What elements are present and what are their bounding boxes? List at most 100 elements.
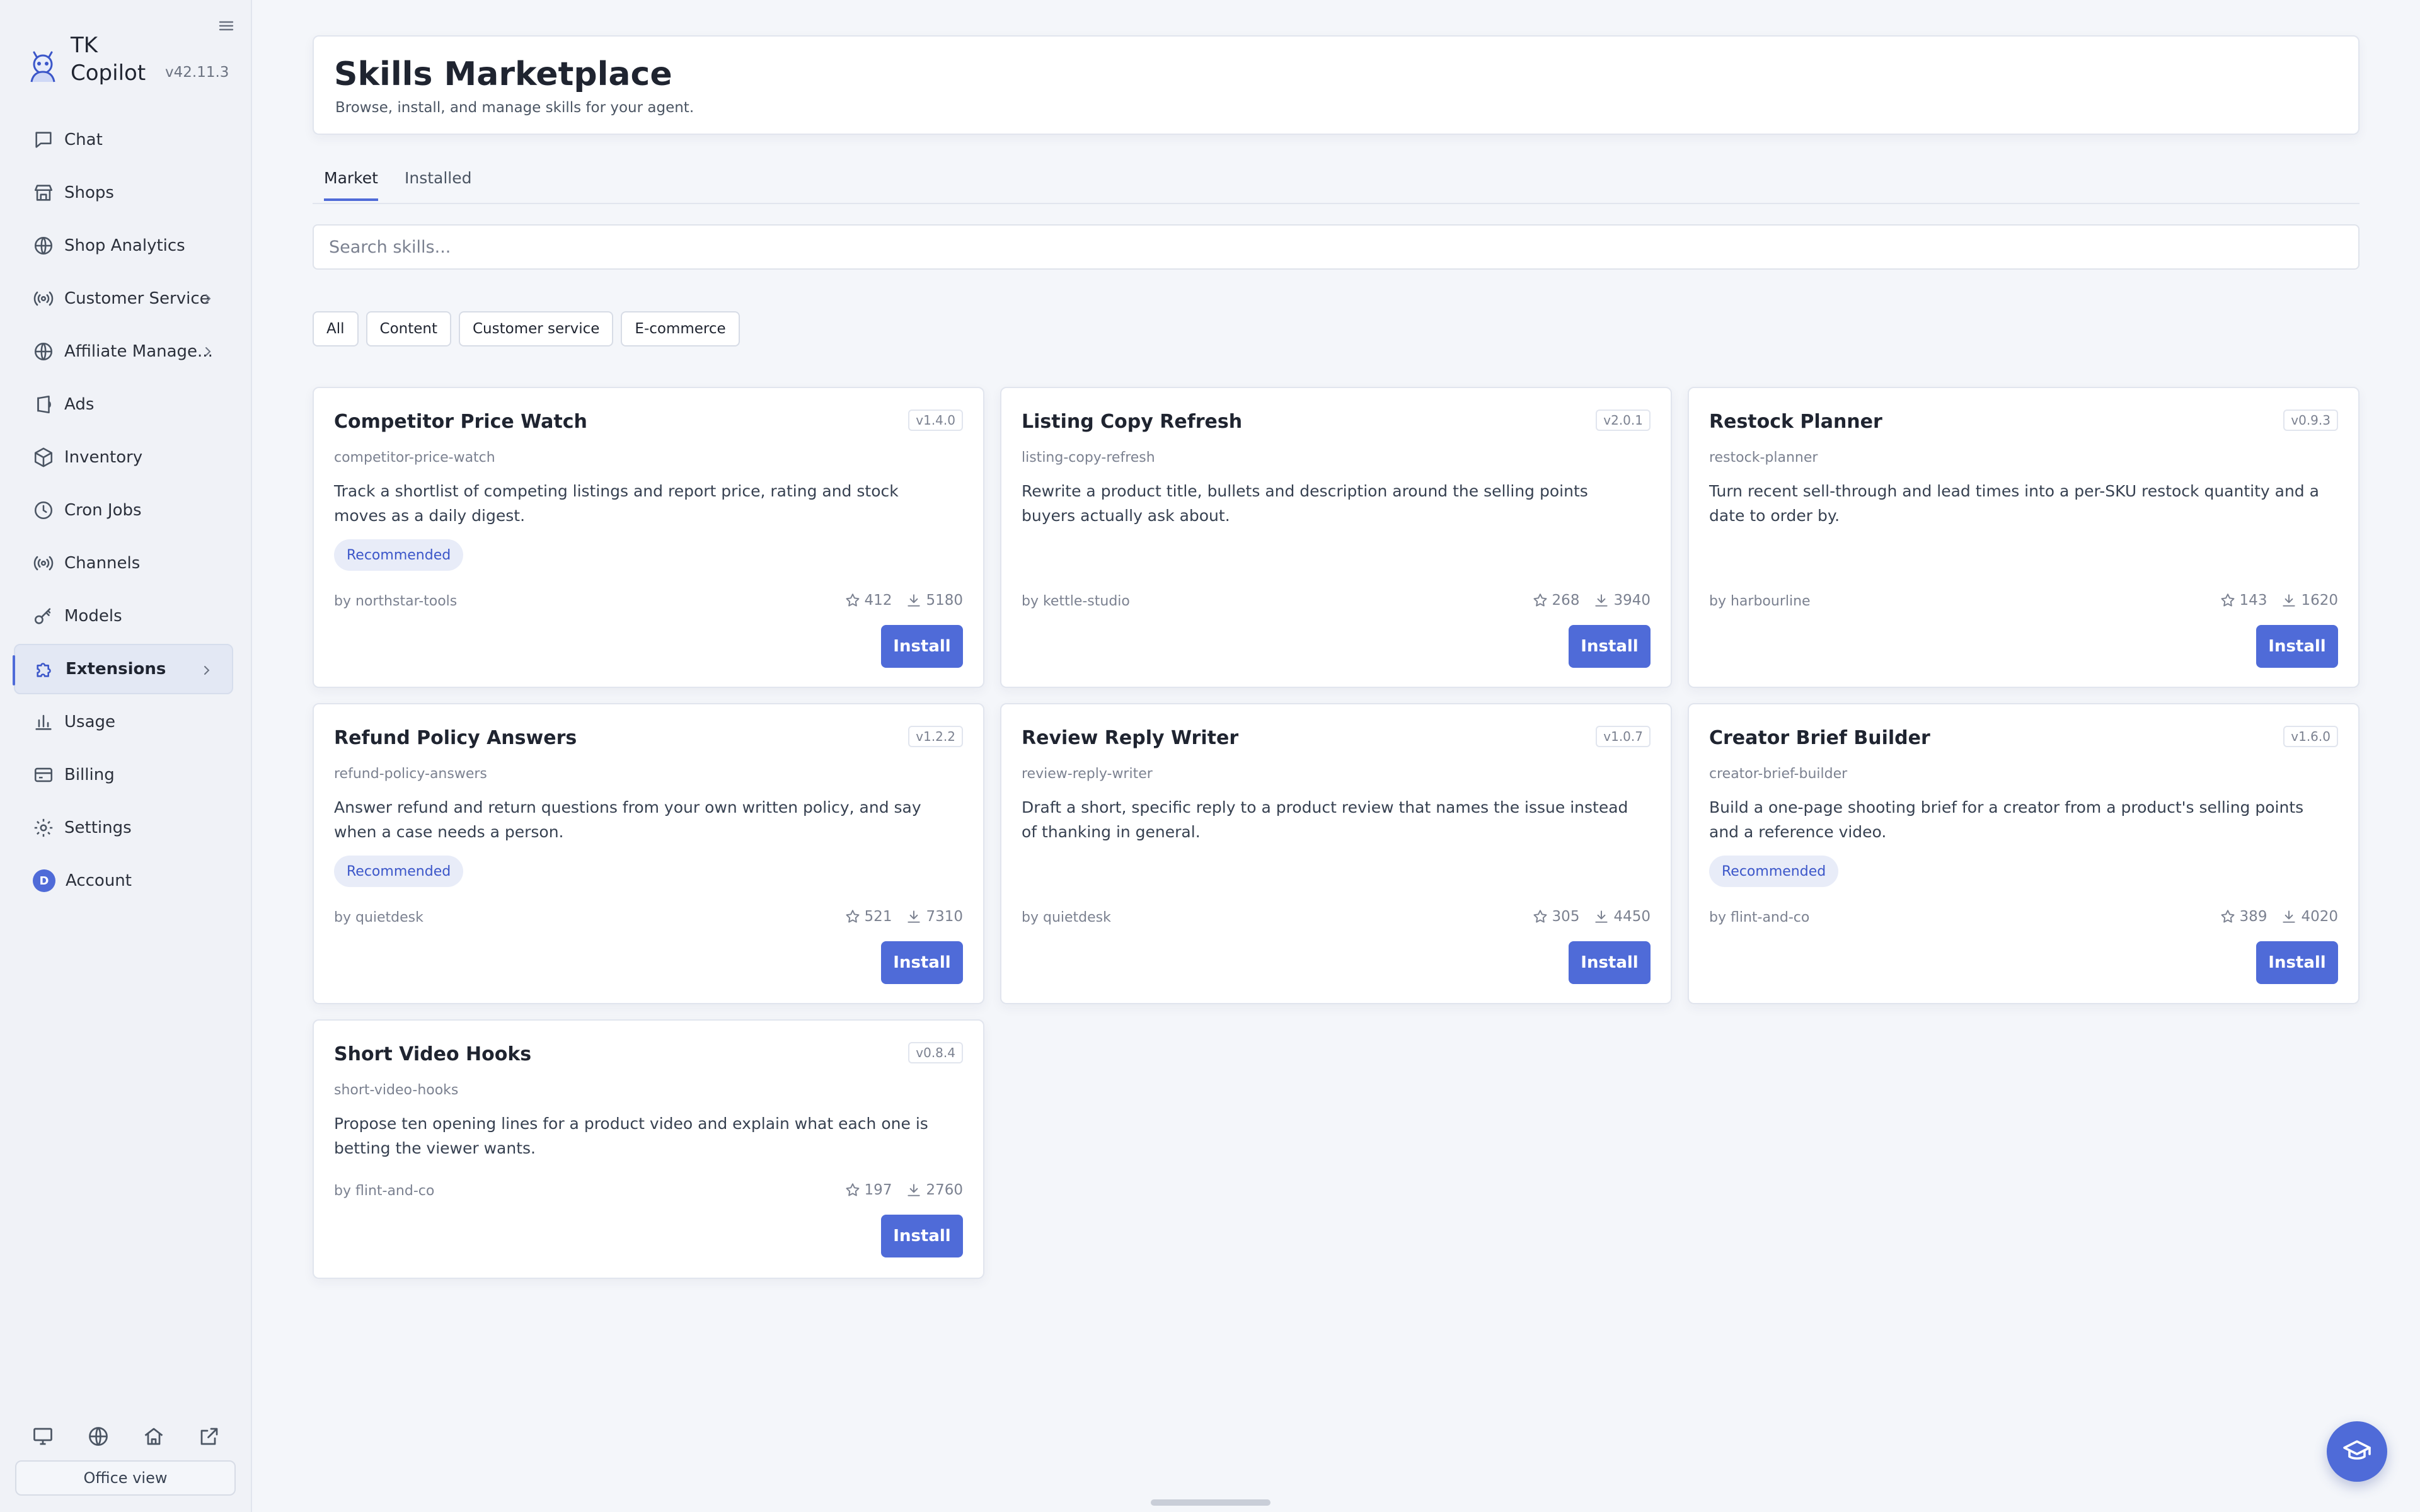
download-icon [908, 1184, 921, 1196]
download-icon [2283, 594, 2296, 607]
download-count: 7310 [926, 908, 963, 925]
install-button[interactable]: Install [881, 941, 963, 984]
office-view-button[interactable]: Office view [15, 1460, 236, 1496]
sidebar: TK Copilot v42.11.3 Chat Shops Shop Anal… [0, 0, 252, 1512]
sidebar-item-affiliate-management[interactable]: Affiliate Manage... [14, 326, 233, 377]
skill-slug: refund-policy-answers [334, 766, 487, 782]
install-button[interactable]: Install [2256, 625, 2338, 668]
credit-card-icon [34, 767, 53, 782]
sidebar-item-extensions[interactable]: Extensions [13, 644, 233, 694]
sidebar-item-customer-service[interactable]: Customer Service [14, 273, 233, 324]
tab-market[interactable]: Market [324, 169, 378, 201]
sidebar-item-label: Affiliate Manage... [64, 342, 213, 361]
chevron-right-icon [205, 347, 211, 356]
star-count: 412 [864, 592, 892, 609]
package-icon [34, 447, 53, 467]
sidebar-item-ads[interactable]: Ads [14, 379, 233, 430]
install-button[interactable]: Install [881, 1215, 963, 1257]
sidebar-item-billing[interactable]: Billing [14, 750, 233, 800]
star-count: 305 [1552, 908, 1580, 925]
home-icon[interactable] [142, 1425, 165, 1448]
chevron-right-icon [204, 666, 210, 675]
sidebar-item-label: Customer Service [64, 289, 210, 308]
sidebar-item-label: Billing [64, 765, 115, 784]
external-link-icon[interactable] [198, 1425, 221, 1448]
filter-customer-service[interactable]: Customer service [459, 311, 614, 346]
tab-installed[interactable]: Installed [405, 169, 472, 198]
sidebar-item-account[interactable]: D Account [14, 856, 233, 906]
skill-title: Competitor Price Watch [334, 411, 587, 433]
broadcast-icon [33, 291, 54, 306]
sidebar-item-shop-analytics[interactable]: Shop Analytics [14, 220, 233, 271]
skill-version: v0.9.3 [2283, 410, 2338, 431]
brand: TK Copilot v42.11.3 [25, 32, 233, 88]
star-icon [1533, 910, 1547, 923]
filter-content[interactable]: Content [366, 311, 451, 346]
download-count: 4020 [2301, 908, 2338, 925]
download-count: 5180 [926, 592, 963, 609]
filter-all[interactable]: All [313, 311, 359, 346]
install-button[interactable]: Install [1569, 625, 1651, 668]
skill-slug: restock-planner [1709, 450, 1818, 466]
star-icon [846, 1183, 860, 1196]
skill-author: by flint-and-co [334, 1183, 435, 1199]
skill-version: v0.8.4 [908, 1042, 963, 1063]
sidebar-item-cron-jobs[interactable]: Cron Jobs [14, 485, 233, 536]
broadcast-icon [33, 556, 54, 571]
skill-description: Answer refund and return questions from … [334, 798, 921, 841]
tab-bar: Market Installed [313, 165, 2360, 204]
sidebar-item-label: Chat [64, 130, 103, 149]
monitor-icon[interactable] [32, 1425, 54, 1448]
bar-chart-icon [35, 714, 52, 730]
star-icon [1533, 593, 1547, 607]
search-input[interactable] [313, 224, 2360, 270]
recommended-badge: Recommended [334, 539, 464, 571]
recommended-badge: Recommended [334, 856, 464, 887]
sidebar-item-usage[interactable]: Usage [14, 697, 233, 747]
graduation-cap-icon [2343, 1440, 2371, 1460]
skill-stats: 143 1620 [2206, 592, 2338, 609]
sidebar-item-models[interactable]: Models [14, 591, 233, 641]
skill-card: Short Video Hooks v0.8.4 short-video-hoo… [313, 1019, 984, 1279]
download-icon [908, 910, 921, 923]
skill-version: v1.4.0 [908, 410, 963, 431]
sidebar-item-label: Settings [64, 818, 132, 837]
sidebar-item-shops[interactable]: Shops [14, 168, 233, 218]
skill-slug: short-video-hooks [334, 1082, 459, 1098]
skill-description: Turn recent sell-through and lead times … [1709, 482, 2319, 525]
skill-card: Creator Brief Builder v1.6.0 creator-bri… [1688, 703, 2360, 1004]
install-button[interactable]: Install [881, 625, 963, 668]
skill-version: v1.0.7 [1596, 726, 1651, 747]
sidebar-item-chat[interactable]: Chat [14, 115, 233, 165]
gear-icon [34, 818, 53, 837]
filter-chips: All Content Customer service E-commerce [313, 311, 740, 346]
globe-icon [34, 236, 53, 255]
key-icon [34, 608, 51, 624]
clock-icon [34, 501, 53, 520]
sidebar-item-label: Account [66, 871, 132, 890]
app-version: v42.11.3 [165, 64, 229, 81]
install-button[interactable]: Install [2256, 941, 2338, 984]
skill-description: Build a one-page shooting brief for a cr… [1709, 798, 2304, 841]
help-button[interactable] [2327, 1421, 2387, 1482]
horizontal-scrollbar[interactable] [1151, 1499, 1270, 1506]
filter-e-commerce[interactable]: E-commerce [621, 311, 740, 346]
skill-title: Restock Planner [1709, 411, 1882, 433]
skill-slug: creator-brief-builder [1709, 766, 1848, 782]
storefront-icon [34, 185, 53, 201]
download-icon [2283, 910, 2296, 923]
install-button[interactable]: Install [1569, 941, 1651, 984]
sidebar-item-channels[interactable]: Channels [14, 538, 233, 588]
sidebar-item-inventory[interactable]: Inventory [14, 432, 233, 483]
recommended-badge: Recommended [1709, 856, 1839, 887]
chat-bubble-icon [35, 132, 52, 148]
globe-icon[interactable] [87, 1425, 110, 1448]
sidebar-item-settings[interactable]: Settings [14, 803, 233, 853]
skill-stats: 389 4020 [2206, 908, 2338, 925]
star-icon [846, 593, 860, 607]
sidebar-item-label: Usage [64, 713, 116, 731]
skill-description: Propose ten opening lines for a product … [334, 1114, 928, 1157]
skill-stats: 305 4450 [1518, 908, 1651, 925]
star-count: 389 [2239, 908, 2267, 925]
app-name: TK Copilot [71, 33, 146, 86]
